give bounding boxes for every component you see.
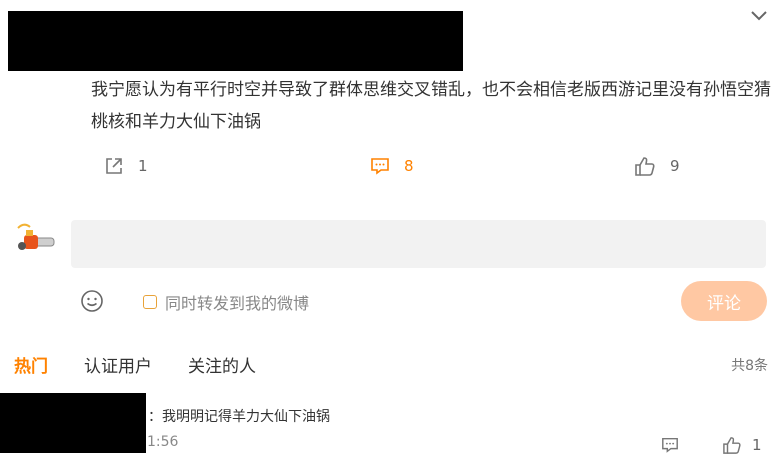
emoji-icon[interactable] bbox=[80, 289, 104, 317]
tab-hot[interactable]: 热门 bbox=[14, 352, 48, 377]
redacted-reply-user bbox=[0, 393, 146, 453]
reply-like-action[interactable]: 1 bbox=[722, 436, 762, 454]
forward-checkbox[interactable] bbox=[143, 295, 157, 309]
forward-label: 同时转发到我的微博 bbox=[165, 294, 310, 313]
reply-like-count: 1 bbox=[752, 436, 762, 454]
comment-count: 8 bbox=[404, 157, 414, 175]
comment-total: 共8条 bbox=[731, 358, 768, 374]
post-text: 我宁愿认为有平行时空并导致了群体思维交叉错乱，也不会相信老版西游记里没有孙悟空猜… bbox=[91, 80, 771, 132]
tab-following[interactable]: 关注的人 bbox=[188, 352, 256, 377]
share-action[interactable]: 1 bbox=[104, 156, 148, 176]
comment-input[interactable] bbox=[71, 220, 766, 268]
like-icon bbox=[634, 156, 656, 176]
redacted-user-header bbox=[8, 11, 463, 71]
avatar bbox=[14, 220, 58, 256]
like-action[interactable]: 9 bbox=[634, 156, 680, 176]
share-icon bbox=[104, 156, 124, 176]
comment-action[interactable]: 8 bbox=[370, 156, 414, 176]
share-count: 1 bbox=[138, 157, 148, 175]
comment-tabs: 热门 认证用户 关注的人 bbox=[14, 352, 256, 377]
submit-comment-button[interactable]: 评论 bbox=[681, 281, 767, 321]
reply-time: 1:56 bbox=[147, 434, 179, 450]
reply-comment-action[interactable] bbox=[661, 436, 679, 454]
reply-text: ：我明明记得羊力大仙下油锅 bbox=[148, 409, 330, 425]
like-icon bbox=[722, 436, 742, 454]
like-count: 9 bbox=[670, 157, 680, 175]
forward-option[interactable]: 同时转发到我的微博 bbox=[143, 290, 309, 314]
comment-icon bbox=[370, 156, 390, 176]
tab-verified-users[interactable]: 认证用户 bbox=[84, 352, 152, 377]
chevron-down-icon[interactable] bbox=[750, 8, 768, 27]
comment-icon bbox=[661, 436, 679, 454]
